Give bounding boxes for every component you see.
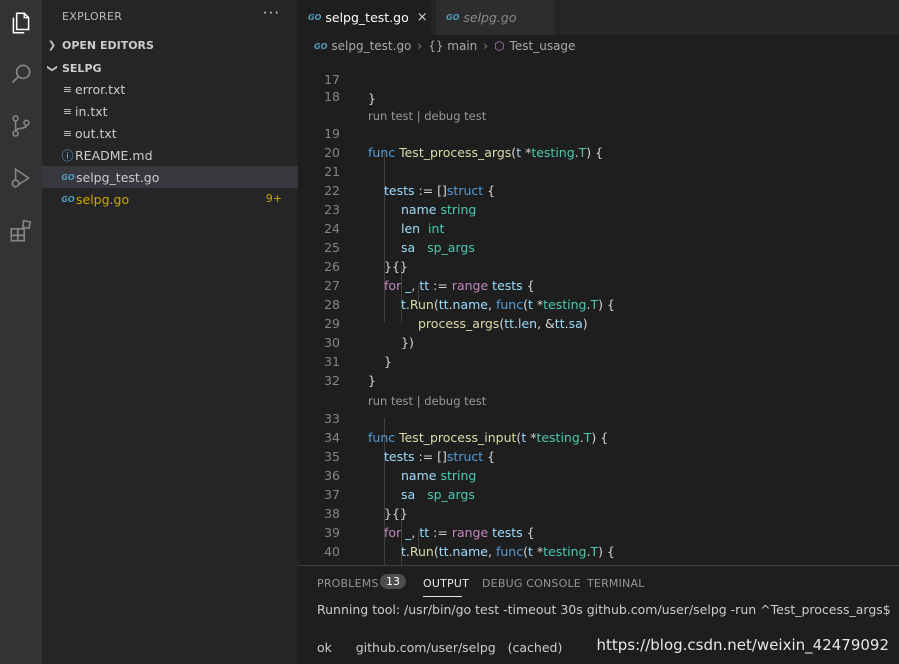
folder-label: SELPG xyxy=(62,61,102,75)
close-icon[interactable]: × xyxy=(417,10,428,25)
code-line: 20 xyxy=(298,124,899,160)
file-item-out-txt[interactable]: ≡ out.txt xyxy=(42,122,298,144)
text-file-icon: ≡ xyxy=(62,104,73,118)
file-item-selpg-go[interactable]: GO selpg.go 9+ xyxy=(42,188,298,210)
file-name: out.txt xyxy=(75,125,117,141)
chevron-right-icon: ❯ xyxy=(47,39,57,51)
tab-terminal[interactable]: TERMINAL xyxy=(587,577,645,590)
activity-bar xyxy=(0,0,42,664)
file-item-readme[interactable]: ⓘ README.md xyxy=(42,144,298,166)
tab-problems[interactable]: PROBLEMS xyxy=(317,577,379,590)
code-line: 41 }) xyxy=(298,542,899,565)
explorer-sidebar: EXPLORER ··· ❯ OPEN EDITORS ❯ SELPG ≡ er… xyxy=(42,0,298,664)
breadcrumb: GO selpg_test.go › {} main › ⬡ Test_usag… xyxy=(298,35,899,57)
info-icon: ⓘ xyxy=(61,148,74,163)
code-line: 38 for _, tt := range tests { xyxy=(298,485,899,540)
file-item-error-txt[interactable]: ≡ error.txt xyxy=(42,78,298,100)
code-line: 37 }{} xyxy=(298,466,899,521)
code-line: 24 sa sp_args xyxy=(298,200,899,255)
code-line: 28 process_args(tt.len, &tt.sa) xyxy=(298,276,899,331)
text-file-icon: ≡ xyxy=(62,82,73,96)
code-line: 35 name string xyxy=(298,428,899,483)
code-line: 32 xyxy=(298,352,899,388)
tab-output[interactable]: OUTPUT xyxy=(423,577,469,590)
code-line: 39 t.Run(tt.name, func(t *testing.T) { xyxy=(298,504,899,559)
extensions-icon[interactable] xyxy=(6,216,36,246)
tab-label: selpg_test.go xyxy=(325,10,409,25)
editor-tabs: GO selpg_test.go × GO selpg.go xyxy=(298,0,899,35)
problems-count-badge: 13 xyxy=(380,574,406,589)
code-line: 30 } xyxy=(298,314,899,369)
file-name: selpg_test.go xyxy=(76,169,160,185)
code-line: 27 t.Run(tt.name, func(t *testing.T) { xyxy=(298,257,899,312)
file-name: selpg.go xyxy=(76,191,130,207)
code-line: 40 process_input(tt.sa) xyxy=(298,523,899,565)
output-line: Running tool: /usr/bin/go test -timeout … xyxy=(317,602,891,617)
code-line: 22 name string xyxy=(298,162,899,217)
go-file-icon: GO xyxy=(308,13,322,22)
tab-selpg-test-go[interactable]: GO selpg_test.go × xyxy=(298,0,431,35)
problems-badge: 9+ xyxy=(265,192,282,205)
code-line: 19 func Test_process_args(t *testing.T) … xyxy=(298,105,899,160)
tab-debug-console[interactable]: DEBUG CONSOLE xyxy=(482,577,581,590)
files-icon[interactable] xyxy=(6,8,36,38)
explorer-title: EXPLORER xyxy=(62,10,123,23)
source-control-icon[interactable] xyxy=(6,111,36,141)
tab-label: selpg.go xyxy=(463,10,517,25)
open-editors-section[interactable]: ❯ OPEN EDITORS xyxy=(42,34,298,56)
code-line: 29 }) xyxy=(298,295,899,350)
text-file-icon: ≡ xyxy=(62,126,73,140)
chevron-right-icon: › xyxy=(417,39,423,53)
go-file-icon: GO xyxy=(314,41,328,51)
breadcrumb-file[interactable]: selpg_test.go xyxy=(331,39,411,53)
breadcrumb-scope[interactable]: {} main xyxy=(428,39,477,53)
tab-selpg-go[interactable]: GO selpg.go xyxy=(436,0,554,35)
breadcrumb-symbol[interactable]: Test_usage xyxy=(510,39,576,53)
chevron-right-icon: › xyxy=(483,39,489,53)
bottom-panel: PROBLEMS 13 OUTPUT DEBUG CONSOLE TERMINA… xyxy=(298,565,899,664)
output-line: ok github.com/user/selpg (cached) xyxy=(317,640,563,655)
file-name: in.txt xyxy=(75,103,108,119)
code-line: 23 len int xyxy=(298,181,899,236)
code-line: 26 for _, tt := range tests { xyxy=(298,238,899,293)
file-name: error.txt xyxy=(75,81,126,97)
watermark-url: https://blog.csdn.net/weixin_42479092 xyxy=(596,636,889,654)
folder-section[interactable]: ❯ SELPG xyxy=(42,57,298,79)
code-line: 36 sa sp_args xyxy=(298,447,899,502)
code-line: 21 tests := []struct { xyxy=(298,143,899,198)
go-file-icon: GO xyxy=(61,194,75,204)
file-name: README.md xyxy=(75,147,153,163)
search-icon[interactable] xyxy=(6,59,36,89)
code-line: 34 tests := []struct { xyxy=(298,409,899,464)
method-cube-icon: ⬡ xyxy=(494,39,505,53)
chevron-down-icon: ❯ xyxy=(46,63,58,73)
run-debug-icon[interactable] xyxy=(6,163,36,193)
code-line: 18 xyxy=(298,68,899,104)
code-line: 31 } xyxy=(298,333,899,388)
open-editors-label: OPEN EDITORS xyxy=(62,38,154,52)
code-line: 33 func Test_process_input(t *testing.T)… xyxy=(298,390,899,445)
file-item-selpg-test-go[interactable]: GO selpg_test.go xyxy=(42,166,298,188)
active-tab-indicator xyxy=(423,596,462,597)
go-file-icon: GO xyxy=(61,172,75,182)
file-item-in-txt[interactable]: ≡ in.txt xyxy=(42,100,298,122)
go-file-icon: GO xyxy=(446,13,460,22)
code-line: 25 }{} xyxy=(298,219,899,274)
code-editor[interactable]: 17 } 18 run test | debug test 19 func Te… xyxy=(298,57,899,565)
more-actions-icon[interactable]: ··· xyxy=(263,4,280,22)
